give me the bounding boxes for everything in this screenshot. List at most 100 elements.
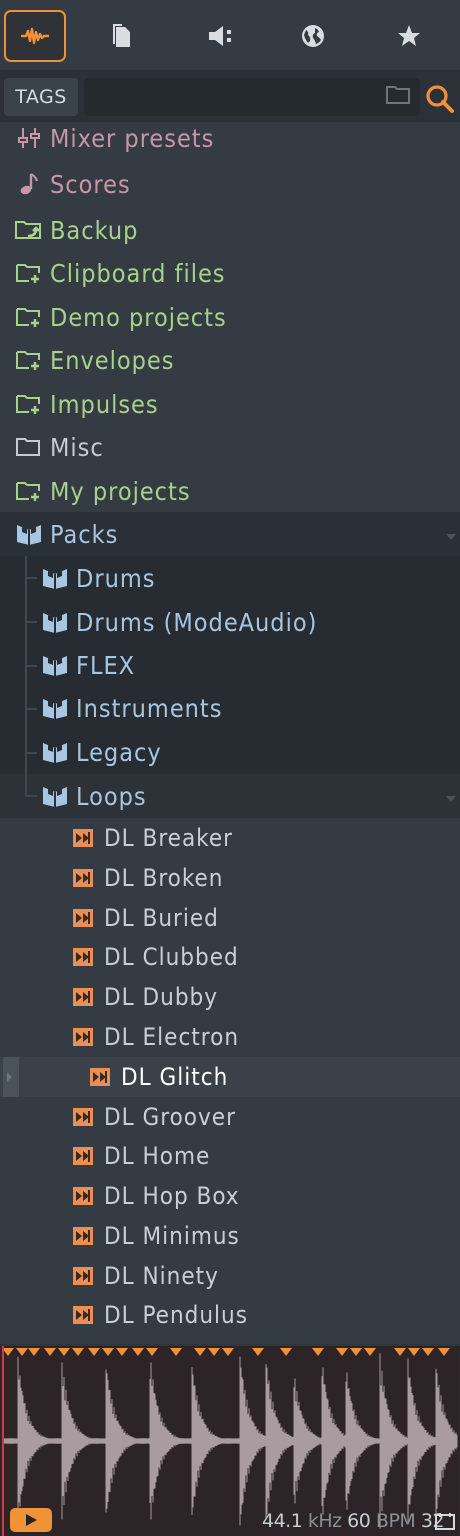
slice-marker[interactable]: [102, 1348, 114, 1356]
tree-item-pack[interactable]: FLEX: [0, 643, 460, 687]
tab-starred[interactable]: [378, 10, 440, 62]
tree-item-label: Drums: [76, 563, 156, 593]
slice-marker[interactable]: [88, 1348, 100, 1356]
slice-marker[interactable]: [336, 1348, 348, 1356]
chevron-down-icon[interactable]: [446, 796, 456, 802]
slice-marker[interactable]: [394, 1348, 406, 1356]
tree-file[interactable]: DL Hop Box: [0, 1176, 460, 1216]
audio-file-icon: [68, 1107, 98, 1127]
tree-file-label: DL Groover: [104, 1103, 236, 1131]
tree-file[interactable]: DL Buried: [0, 898, 460, 938]
folder-plus-icon: [14, 261, 44, 285]
audio-file-icon: [68, 987, 98, 1007]
waveform-display[interactable]: [2, 1346, 458, 1536]
pack-box-icon: [40, 740, 70, 764]
tree-file-selected[interactable]: DL Glitch: [0, 1057, 460, 1097]
tree-file-label: DL Pendulus: [104, 1301, 248, 1329]
tree-item-packs[interactable]: Packs: [0, 512, 460, 556]
slice-marker[interactable]: [280, 1348, 292, 1356]
slice-marker[interactable]: [408, 1348, 420, 1356]
tree-file[interactable]: DL Ninety: [0, 1256, 460, 1296]
slice-marker[interactable]: [16, 1348, 28, 1356]
slice-marker[interactable]: [72, 1348, 84, 1356]
folder-icon[interactable]: [386, 84, 410, 104]
slice-marker[interactable]: [170, 1348, 182, 1356]
tab-plugin-database[interactable]: [190, 10, 252, 62]
tree-item-demo-projects[interactable]: Demo projects: [0, 295, 460, 339]
slice-marker[interactable]: [350, 1348, 362, 1356]
slice-marker[interactable]: [422, 1348, 434, 1356]
slice-marker[interactable]: [28, 1348, 40, 1356]
audio-file-icon: [68, 868, 98, 888]
tree-file-label: DL Broken: [104, 864, 224, 892]
tree-file[interactable]: DL Clubbed: [0, 937, 460, 977]
tree-item-label: Scores: [50, 169, 131, 199]
tree-file-label: DL Buried: [104, 904, 219, 932]
tree-item-label: Drums (ModeAudio): [76, 607, 318, 637]
search-input[interactable]: [84, 78, 420, 116]
slice-marker[interactable]: [116, 1348, 128, 1356]
slice-marker[interactable]: [194, 1348, 206, 1356]
tree-file[interactable]: DL Home: [0, 1136, 460, 1176]
loop-region-icon[interactable]: [434, 1512, 456, 1532]
tags-button[interactable]: TAGS: [4, 78, 78, 116]
globe-icon: [302, 25, 324, 47]
chevron-down-icon[interactable]: [446, 534, 456, 540]
tree-file-label: DL Hop Box: [104, 1182, 240, 1210]
tree-item-pack[interactable]: Drums: [0, 556, 460, 600]
slice-marker[interactable]: [44, 1348, 56, 1356]
slice-marker[interactable]: [312, 1348, 324, 1356]
play-icon: [26, 1514, 37, 1526]
slice-marker[interactable]: [438, 1348, 450, 1356]
tree-item-mixer-presets[interactable]: Mixer presets: [0, 122, 460, 160]
tree-item-label: Mixer presets: [50, 123, 215, 153]
tree-item-label: Clipboard files: [50, 258, 226, 288]
slice-marker[interactable]: [252, 1348, 264, 1356]
tree-file[interactable]: DL Electron: [0, 1017, 460, 1057]
tree-item-my-projects[interactable]: My projects: [0, 469, 460, 513]
tree-item-scores[interactable]: Scores: [0, 162, 460, 206]
tab-all[interactable]: [4, 10, 66, 62]
folder-plus-icon: [14, 479, 44, 503]
tree-item-label: Legacy: [76, 737, 162, 767]
tree-item-backup[interactable]: Backup: [0, 208, 460, 252]
audio-file-icon: [68, 908, 98, 928]
slice-marker[interactable]: [132, 1348, 144, 1356]
tree-item-impulses[interactable]: Impulses: [0, 382, 460, 426]
tree-file[interactable]: DL Minimus: [0, 1216, 460, 1256]
tree-file[interactable]: DL Broken: [0, 858, 460, 898]
play-button[interactable]: [10, 1508, 52, 1532]
audio-file-icon: [68, 1226, 98, 1246]
search-icon[interactable]: [424, 84, 456, 114]
folder-icon: [14, 435, 44, 459]
slice-marker[interactable]: [364, 1348, 376, 1356]
tree-file[interactable]: DL Breaker: [0, 818, 460, 858]
slice-marker[interactable]: [222, 1348, 234, 1356]
tree-item-pack[interactable]: Instruments: [0, 686, 460, 730]
star-icon: [398, 25, 420, 46]
tree-item-pack[interactable]: Legacy: [0, 730, 460, 774]
tab-online[interactable]: [282, 10, 344, 62]
tree-file[interactable]: DL Dubby: [0, 977, 460, 1017]
tempo-value: 60: [347, 1510, 371, 1532]
slice-marker[interactable]: [208, 1348, 220, 1356]
tab-current-project[interactable]: [91, 10, 153, 62]
sample-info: 44.1 kHz 60 BPM 32: [262, 1510, 445, 1532]
tree-file[interactable]: DL Pendulus: [0, 1295, 460, 1335]
mixer-icon: [14, 126, 44, 150]
tree-item-loops[interactable]: Loops: [0, 774, 460, 818]
slice-marker[interactable]: [146, 1348, 158, 1356]
audio-file-icon: [68, 1305, 98, 1325]
slice-marker[interactable]: [58, 1348, 70, 1356]
sample-preview[interactable]: [0, 1346, 460, 1536]
tree-item-envelopes[interactable]: Envelopes: [0, 338, 460, 382]
waveform-path: [3, 1353, 458, 1529]
tree-file[interactable]: DL Groover: [0, 1097, 460, 1137]
tree-item-pack[interactable]: Drums (ModeAudio): [0, 600, 460, 644]
tree-item-misc[interactable]: Misc: [0, 425, 460, 469]
sample-rate-value: 44.1: [262, 1510, 303, 1532]
tree-item-label: FLEX: [76, 650, 136, 680]
slice-marker[interactable]: [2, 1348, 14, 1356]
tree-item-clipboard-files[interactable]: Clipboard files: [0, 251, 460, 295]
audio-file-icon: [68, 947, 98, 967]
